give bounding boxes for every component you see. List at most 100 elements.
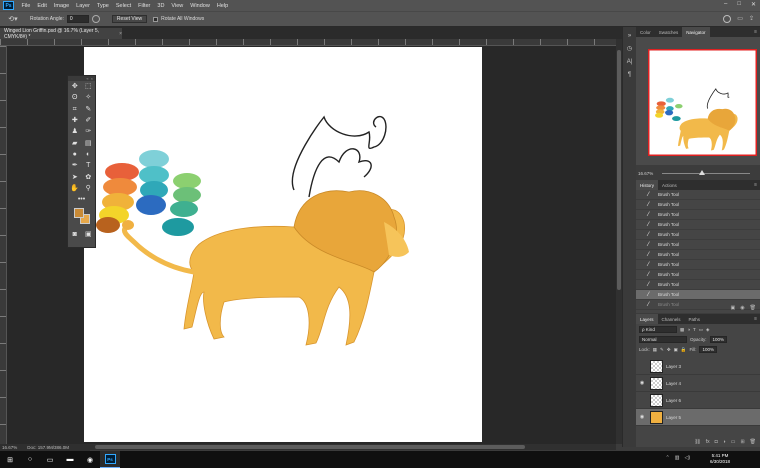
history-item[interactable]: ⁄ Brush Tool (636, 230, 760, 240)
new-document-from-state-icon[interactable]: ▣ (731, 305, 736, 311)
history-item[interactable]: ⁄ Brush Tool (636, 210, 760, 220)
delete-icon[interactable]: 🗑 (750, 305, 756, 311)
delete-layer-icon[interactable]: 🗑 (750, 439, 756, 445)
magic-wand-icon[interactable]: ✧ (84, 93, 93, 102)
navigator-zoom-value[interactable]: 16.67% (638, 171, 653, 176)
character-panel-icon[interactable]: A| (625, 57, 635, 66)
lock-transparent-icon[interactable]: ▦ (653, 347, 657, 353)
menu-type[interactable]: Type (93, 3, 112, 9)
add-mask-icon[interactable]: ◘ (715, 439, 718, 445)
move-tool-icon[interactable]: ✥ (70, 82, 79, 91)
maximize-icon[interactable]: □ (737, 1, 741, 8)
panel-menu-icon[interactable]: ≡ (754, 27, 760, 37)
dodge-tool-icon[interactable]: ◐ (84, 150, 93, 159)
kind-filter-select[interactable]: ρ Kind (639, 326, 677, 333)
clone-stamp-icon[interactable]: ♟ (70, 127, 79, 136)
history-item[interactable]: ⁄ Brush Tool (636, 190, 760, 200)
firefox-icon[interactable]: ◉ (80, 451, 100, 468)
lock-all-icon[interactable]: 🔒 (681, 347, 687, 353)
crop-tool-icon[interactable]: ⌗ (70, 105, 79, 114)
marquee-tool-icon[interactable]: ⬚ (84, 82, 93, 91)
task-view-icon[interactable]: ▭ (40, 451, 60, 468)
minimize-icon[interactable]: – (724, 1, 727, 8)
history-item[interactable]: ⁄ Brush Tool (636, 260, 760, 270)
document-size[interactable]: Doc: 157.9M/386.0M (27, 445, 69, 450)
layer-row[interactable]: ◉ Layer 5 (636, 409, 760, 426)
screen-mode-icon[interactable]: ▣ (84, 230, 93, 239)
snapshot-icon[interactable]: ◉ (740, 305, 744, 311)
document-tab[interactable]: Winged Lion Griffin.psd @ 16.7% (Layer 5… (0, 28, 122, 40)
pen-tool-icon[interactable]: ✒ (70, 161, 79, 170)
history-item[interactable]: ⁄ Brush Tool (636, 250, 760, 260)
workspace-icon[interactable]: ▭ (737, 15, 743, 23)
zoom-tool-icon[interactable]: ⚲ (84, 184, 93, 193)
filter-shape-icon[interactable]: ▭ (699, 327, 703, 333)
close-icon[interactable]: × (91, 76, 93, 81)
layer-row[interactable]: ◉ Layer 4 (636, 375, 760, 392)
network-icon[interactable]: ▥ (675, 455, 680, 461)
menu-help[interactable]: Help (213, 3, 231, 9)
shape-tool-icon[interactable]: ✿ (84, 173, 93, 182)
rotation-angle-input[interactable]: 0 (66, 15, 89, 23)
filter-type-icon[interactable]: T (693, 327, 696, 332)
menu-3d[interactable]: 3D (154, 3, 168, 9)
menu-edit[interactable]: Edit (34, 3, 50, 9)
history-item[interactable]: ⁄ Brush Tool (636, 240, 760, 250)
lock-artboard-icon[interactable]: ▣ (674, 347, 678, 353)
collapse-icon[interactable]: » (625, 31, 635, 40)
visibility-eye-icon[interactable]: ◉ (636, 414, 648, 420)
layer-style-icon[interactable]: fx (706, 439, 710, 445)
checkbox-box[interactable] (153, 16, 159, 22)
hand-tool-icon[interactable]: ✋ (70, 184, 79, 193)
panel-menu-icon[interactable]: ≡ (754, 314, 760, 324)
history-item[interactable]: ⁄ Brush Tool (636, 200, 760, 210)
tab-actions[interactable]: Actions (658, 180, 681, 190)
rotate-view-icon[interactable]: ⟲▾ (4, 13, 22, 25)
vertical-scrollbar-thumb[interactable] (617, 50, 621, 290)
menu-image[interactable]: Image (50, 3, 72, 9)
history-item[interactable]: ⁄ Brush Tool (636, 270, 760, 280)
path-select-icon[interactable]: ➤ (70, 173, 79, 182)
menu-select[interactable]: Select (112, 3, 134, 9)
collapse-icon[interactable]: « (86, 76, 88, 81)
panel-menu-icon[interactable]: ≡ (754, 180, 760, 190)
tab-layers[interactable]: Layers (636, 314, 658, 324)
photoshop-taskbar-button[interactable]: Ps (100, 451, 120, 468)
brush-tool-icon[interactable]: ✐ (84, 116, 93, 125)
tab-navigator[interactable]: Navigator (682, 27, 710, 37)
volume-icon[interactable]: ◁) (684, 455, 690, 461)
tab-history[interactable]: History (636, 180, 659, 190)
history-item[interactable]: ⁄ Brush Tool (636, 220, 760, 230)
new-layer-icon[interactable]: ⊞ (740, 439, 744, 445)
lock-position-icon[interactable]: ✥ (667, 347, 671, 353)
taskbar-clock[interactable]: 5:41 PM 6/30/2018 (710, 453, 730, 465)
filter-pixel-icon[interactable]: ▩ (680, 327, 684, 333)
horizontal-scrollbar-thumb[interactable] (95, 445, 525, 449)
menu-layer[interactable]: Layer (73, 3, 94, 9)
healing-brush-icon[interactable]: ✚ (70, 116, 79, 125)
zoom-slider-handle[interactable] (699, 170, 705, 175)
opacity-input[interactable]: 100% (709, 336, 728, 343)
tab-color[interactable]: Color (636, 27, 655, 37)
more-tools-icon[interactable]: ••• (77, 195, 86, 204)
file-explorer-icon[interactable]: ▬ (60, 451, 80, 468)
paragraph-panel-icon[interactable]: ¶ (625, 70, 635, 79)
tab-paths[interactable]: Paths (685, 314, 705, 324)
navigator-zoom-slider[interactable] (662, 173, 750, 174)
tab-swatches[interactable]: Swatches (655, 27, 683, 37)
lasso-tool-icon[interactable]: ʘ (70, 93, 79, 102)
navigator-preview[interactable] (648, 49, 757, 156)
foreground-color-swatch[interactable] (74, 208, 84, 219)
share-icon[interactable]: ⇪ (749, 15, 754, 23)
zoom-level[interactable]: 16.67% (2, 445, 17, 450)
menu-window[interactable]: Window (187, 3, 214, 9)
lock-image-icon[interactable]: ✎ (660, 347, 664, 353)
cortana-icon[interactable]: ○ (20, 451, 40, 468)
blur-tool-icon[interactable]: ● (70, 150, 79, 159)
tray-chevron-icon[interactable]: ⌃ (666, 455, 670, 461)
tab-channels[interactable]: Channels (658, 314, 685, 324)
type-tool-icon[interactable]: T (84, 161, 93, 170)
visibility-eye-icon[interactable]: ◉ (636, 380, 648, 386)
vertical-ruler[interactable] (0, 46, 7, 444)
filter-adjust-icon[interactable]: ◑ (687, 327, 690, 332)
